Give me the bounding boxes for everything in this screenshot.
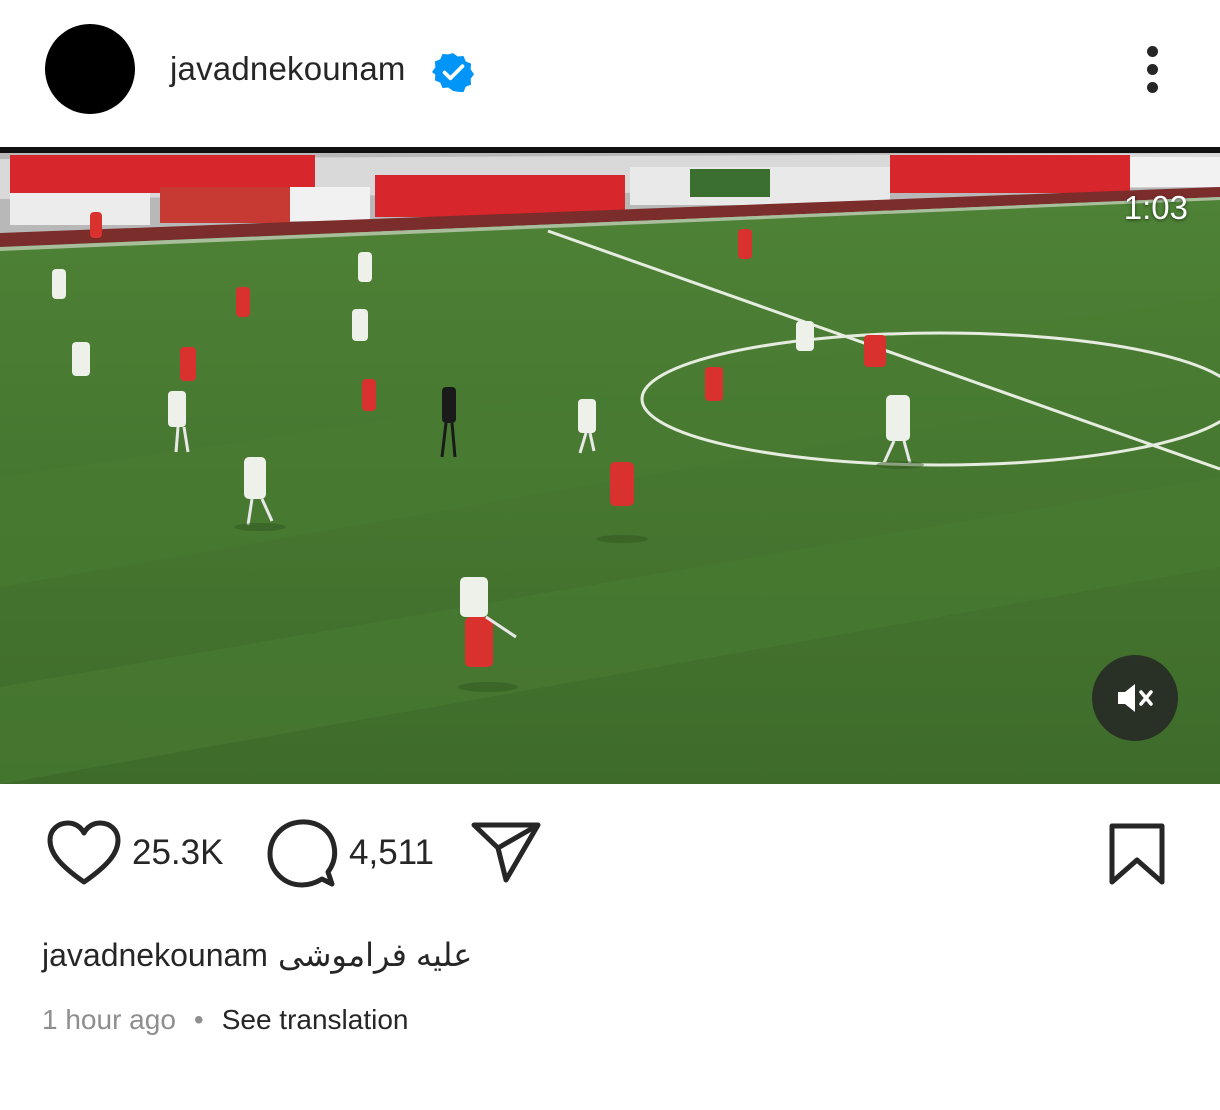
heart-icon[interactable]: [46, 820, 122, 888]
meta-separator: •: [193, 1004, 204, 1035]
post-time: 1 hour ago: [42, 1004, 176, 1035]
post-header: javadnekounam: [0, 0, 1220, 140]
mute-button[interactable]: [1092, 655, 1178, 741]
video-player[interactable]: 1:03: [0, 147, 1220, 784]
likes-count[interactable]: 25.3K: [132, 833, 223, 873]
speaker-muted-icon: [1118, 684, 1153, 712]
comment-bubble-icon[interactable]: [266, 818, 338, 890]
post-meta: 1 hour ago • See translation: [42, 1004, 409, 1036]
avatar[interactable]: [45, 24, 135, 114]
caption-text: علیه فراموشی: [277, 937, 473, 973]
caption-username[interactable]: javadnekounam: [42, 937, 268, 973]
see-translation-link[interactable]: See translation: [222, 1004, 409, 1035]
paper-plane-icon[interactable]: [470, 820, 542, 884]
action-bar: 25.3K 4,511: [0, 800, 1220, 900]
video-timestamp: 1:03: [1123, 189, 1188, 226]
comments-count[interactable]: 4,511: [349, 833, 434, 873]
video-frame-football-pitch: [0, 147, 1220, 784]
post-username[interactable]: javadnekounam: [170, 50, 406, 88]
bookmark-icon[interactable]: [1108, 822, 1166, 886]
post-caption: javadnekounam علیه فراموشی: [42, 936, 472, 974]
verified-badge-icon: [432, 53, 474, 93]
more-options-icon[interactable]: [1130, 38, 1178, 100]
